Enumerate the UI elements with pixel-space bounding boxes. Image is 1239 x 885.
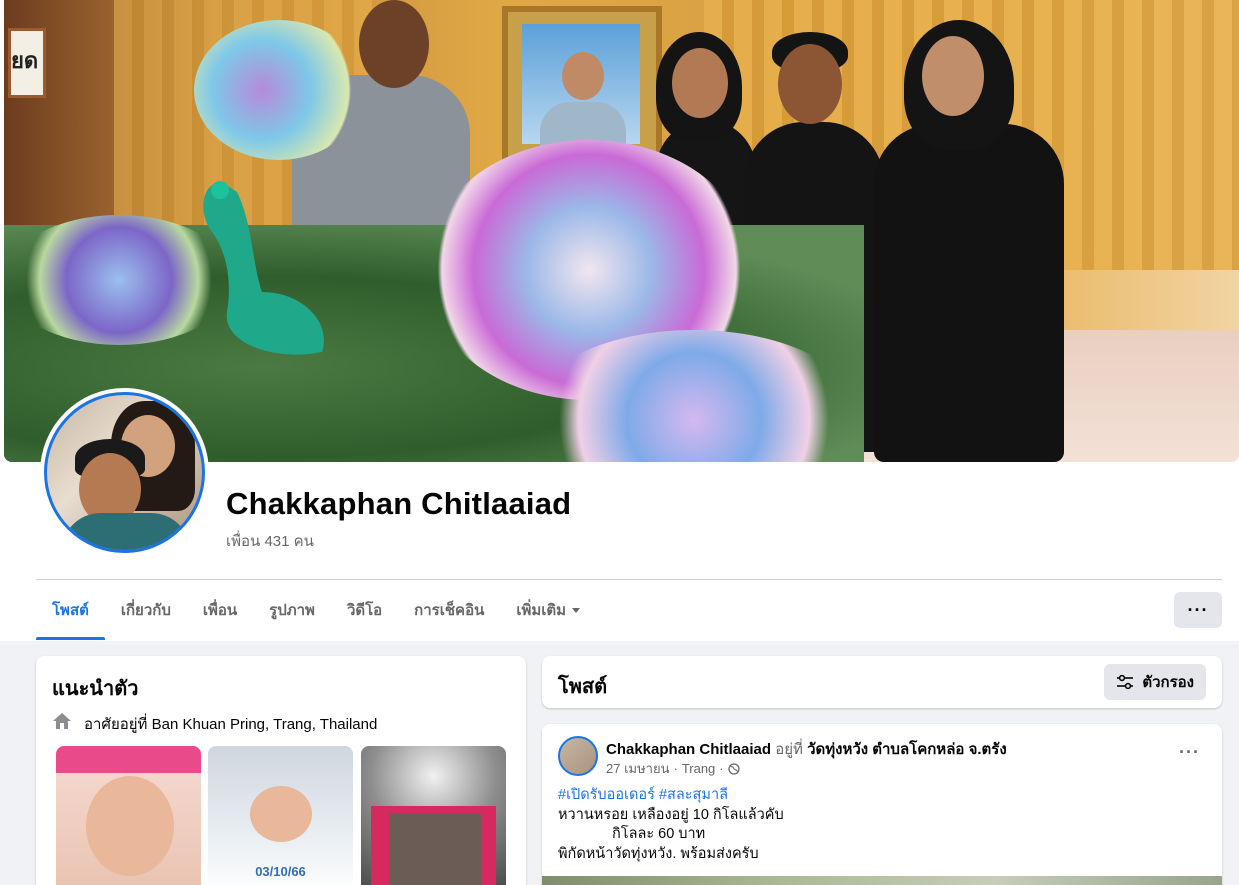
post-at-text: อยู่ที่ [771,741,808,758]
tab-videos-label: วิดีโอ [346,602,383,619]
posts-title: โพสต์ [558,676,608,698]
post-place[interactable]: วัดทุ่งหวัง ตำบลโคกหล่อ จ.ตรัง [807,741,1007,758]
tab-friends-label: เพื่อน [202,602,238,619]
cover-sign: ยด [8,28,46,98]
post-image[interactable] [542,876,1222,885]
tab-about-label: เกี่ยวกับ [120,602,171,619]
tab-photos-label: รูปภาพ [269,602,315,619]
photo-date-label: 03/10/66 [255,864,306,879]
cover-flowers-1 [194,20,364,160]
post-author-name[interactable]: Chakkaphan Chitlaaiad [606,741,771,758]
tab-posts[interactable]: โพสต์ [36,580,105,640]
post-date[interactable]: 27 เมษายน [606,758,669,779]
posts-header-card: โพสต์ ตัวกรอง [542,656,1222,708]
profile-name: Chakkaphan Chitlaaiad [226,486,572,521]
lives-in: อาศัยอยู่ที่ Ban Khuan Pring, Trang, Tha… [84,712,377,736]
post-meta-separator: · [673,761,678,776]
post-line-1: หวานหรอย เหลืองอยู่ 10 กิโลแล้วคับ [558,806,784,823]
friends-count[interactable]: เพื่อน 431 คน [226,529,314,553]
post-options-button[interactable]: ··· [1179,742,1200,763]
post-body: #เปิดรับออเดอร์ #สละสุมาลี หวานหรอย เหลื… [558,786,784,864]
post-meta-separator-2: · [719,761,724,776]
profile-header: ยด Chakkaphan Chitlaaiad เพื่อน 431 คน โ… [0,0,1239,641]
cover-person-4 [874,124,1064,462]
post-meta: 27 เมษายน · Trang · [606,758,740,779]
filter-label: ตัวกรอง [1142,674,1194,691]
cover-flowers-4 [4,215,234,345]
cover-person-4-head [922,36,984,116]
intro-photo-1[interactable] [56,746,201,885]
filter-button[interactable]: ตัวกรอง [1104,664,1206,700]
post-line-2: กิโลละ 60 บาท [612,826,706,842]
cover-person-2-head [672,48,728,118]
filter-icon [1117,675,1134,689]
tab-more-label: เพิ่มเติม [516,602,567,619]
more-options-button[interactable]: ··· [1174,592,1222,628]
tab-about[interactable]: เกี่ยวกับ [105,580,187,640]
post-hashtags[interactable]: #เปิดรับออเดอร์ #สละสุมาลี [558,786,784,806]
intro-photo-2[interactable]: 03/10/66 [208,746,353,885]
cover-person-3-head [778,44,842,124]
post-author-avatar[interactable] [558,736,598,776]
tab-videos[interactable]: วิดีโอ [331,580,398,640]
post-location[interactable]: Trang [682,761,715,776]
tab-photos[interactable]: รูปภาพ [253,580,331,640]
tab-more[interactable]: เพิ่มเติม [500,580,596,640]
globe-icon [727,762,740,775]
post-card: Chakkaphan Chitlaaiad อยู่ที่ วัดทุ่งหวั… [542,724,1222,885]
tab-posts-label: โพสต์ [52,602,89,619]
cover-person-1-head [359,0,429,88]
intro-title: แนะนำตัว [52,678,139,700]
tab-checkins[interactable]: การเช็คอิน [398,580,500,640]
profile-avatar[interactable] [40,388,209,557]
lives-in-prefix: อาศัยอยู่ที่ [84,716,152,733]
cover-sign-text: ยด [11,48,39,73]
tab-checkins-label: การเช็คอิน [414,602,485,619]
home-icon [53,713,71,729]
profile-tabs: โพสต์ เกี่ยวกับ เพื่อน รูปภาพ วิดีโอ การ… [36,580,596,640]
lives-in-place[interactable]: Ban Khuan Pring, Trang, Thailand [152,716,378,733]
intro-photo-3[interactable] [361,746,506,885]
tab-friends[interactable]: เพื่อน [187,580,253,640]
caret-down-icon [572,607,581,613]
post-line-3: พิกัดหน้าวัดทุ่งหวัง. พร้อมส่งครับ [558,845,759,862]
cover-photo[interactable]: ยด [4,0,1239,462]
